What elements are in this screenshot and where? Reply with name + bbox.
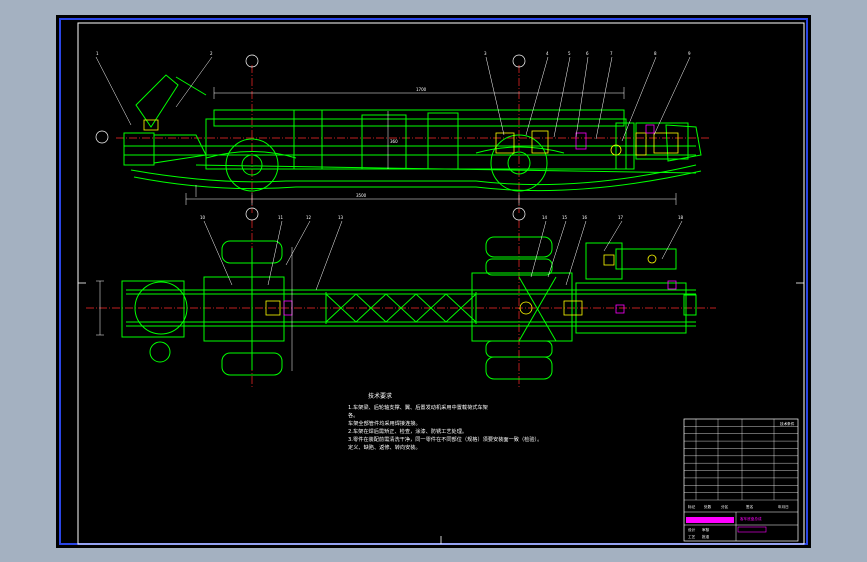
tb-footer-1: 标记 — [688, 504, 696, 509]
technical-notes: 技术要求 1.车架梁、后轮轴支撑、翼、后置发动机采用中置载荷式车架 各。 车架全… — [348, 393, 578, 452]
callout-9: 9 — [688, 51, 691, 56]
rear-axle — [471, 272, 573, 342]
cad-viewport[interactable]: 3500 1700 360 1 2 3 4 5 6 7 8 9 10 11 12… — [56, 15, 811, 548]
plan-view: 10 11 12 13 14 15 16 17 18 — [86, 207, 716, 387]
front-axle — [203, 276, 285, 342]
callout-18: 18 — [678, 215, 684, 220]
callout-5: 5 — [568, 51, 571, 56]
callout-10: 10 — [200, 215, 206, 220]
note-line: 各。 — [348, 413, 359, 419]
callout-12: 12 — [306, 215, 312, 220]
drawing-frame — [77, 22, 805, 545]
tb-footer-4: 签名 — [746, 504, 754, 509]
note-line: 3.零件在装配前需清洗干净，同一零件在不同部位（规格）须要安装面一致（检验）。 — [348, 437, 543, 443]
note-line: 1.车架梁、后轮轴支撑、翼、后置发动机采用中置载荷式车架 — [348, 405, 488, 411]
callout-14: 14 — [542, 215, 548, 220]
title-block: 技术条件 标记 处数 分区 签名 年月日 设计 审核 工艺 批准 客车底盘总成 — [683, 418, 799, 542]
tb-header: 技术条件 — [780, 421, 795, 426]
callout-13: 13 — [338, 215, 344, 220]
callout-8: 8 — [654, 51, 657, 56]
tb-name-4: 批准 — [702, 534, 710, 539]
tb-footer-5: 年月日 — [778, 504, 789, 509]
note-line: 车架全部管件均采用焊接连接。 — [348, 421, 421, 427]
tb-footer-3: 分区 — [721, 504, 729, 509]
note-line: 2.车架在焊后需矫正、检查，涂漆、防锈工艺处理。 — [348, 429, 468, 435]
notes-title: 技术要求 — [368, 393, 393, 400]
axis-marker-left — [95, 130, 109, 144]
callout-1: 1 — [96, 51, 99, 56]
engine-block — [635, 122, 689, 160]
tb-footer-2: 处数 — [704, 504, 712, 509]
upper-frame-box — [213, 109, 625, 127]
dim-label-wheelbase: 3500 — [356, 193, 367, 198]
callout-4: 4 — [546, 51, 549, 56]
side-view: 3500 1700 360 1 2 3 4 5 6 7 8 9 — [95, 51, 711, 213]
callout-11: 11 — [278, 215, 284, 220]
dim-label-height: 360 — [390, 139, 398, 144]
tb-name-2: 审核 — [702, 527, 710, 532]
dim-label-top: 1700 — [416, 87, 427, 92]
callout-6: 6 — [586, 51, 589, 56]
callout-15: 15 — [562, 215, 568, 220]
lower-chassis-curve — [130, 164, 697, 186]
callout-2: 2 — [210, 51, 213, 56]
callout-17: 17 — [618, 215, 624, 220]
tb-drawing-name: 客车底盘总成 — [740, 516, 762, 521]
tb-name-1: 设计 — [688, 527, 696, 532]
radiator — [635, 132, 647, 156]
chassis-drawing: 3500 1700 360 1 2 3 4 5 6 7 8 9 10 11 12… — [59, 18, 808, 545]
callout-7: 7 — [610, 51, 613, 56]
callout-3: 3 — [484, 51, 487, 56]
callout-16: 16 — [582, 215, 588, 220]
tb-name-3: 工艺 — [688, 534, 696, 539]
title-highlight-bar — [686, 517, 734, 523]
note-line: 定义、缺陷、返修、转向安装。 — [348, 445, 421, 451]
steering-column — [135, 74, 179, 128]
